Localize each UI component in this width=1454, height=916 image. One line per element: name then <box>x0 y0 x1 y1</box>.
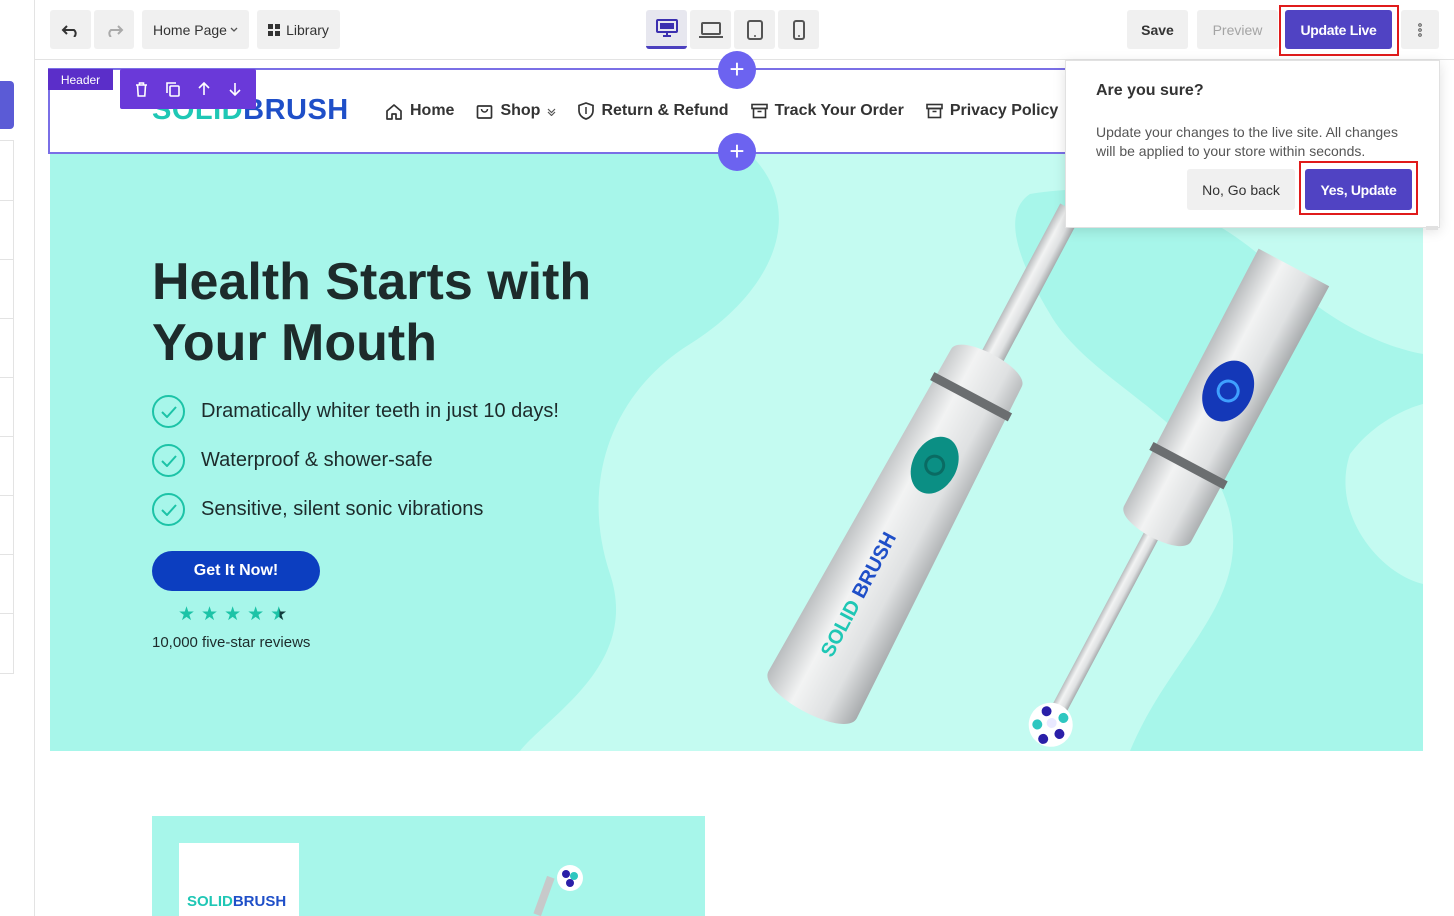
plus-icon: + <box>729 136 745 166</box>
box-icon <box>750 103 768 119</box>
arrow-up-icon[interactable] <box>191 76 217 102</box>
copy-icon[interactable] <box>160 76 186 102</box>
sidebar-divider <box>0 673 14 674</box>
page-select-label: Home Page <box>153 21 227 38</box>
site-nav: Home Shop Return & Refund Track Your Ord… <box>385 96 1058 126</box>
sidebar-divider <box>0 259 14 260</box>
more-options-button[interactable] <box>1401 10 1439 49</box>
tablet-icon <box>746 19 763 40</box>
add-section-below-button[interactable]: + <box>718 133 756 171</box>
sidebar-divider <box>0 554 14 555</box>
device-laptop-button[interactable] <box>690 10 731 49</box>
library-button[interactable]: Library <box>257 10 340 49</box>
chevron-down-icon <box>547 107 556 116</box>
nav-item-privacy-policy[interactable]: Privacy Policy <box>926 102 1059 120</box>
hero-section[interactable]: Health Starts with Your Mouth Dramatical… <box>50 154 1423 751</box>
sidebar-panel-rule <box>0 140 14 674</box>
device-desktop-button[interactable] <box>646 10 687 49</box>
sidebar-divider <box>0 318 14 319</box>
arrow-down-icon[interactable] <box>222 76 248 102</box>
sidebar-divider <box>0 200 14 201</box>
preview-button[interactable]: Preview <box>1197 10 1278 49</box>
laptop-icon <box>698 21 723 38</box>
update-live-button[interactable]: Update Live <box>1285 10 1392 49</box>
grid-icon <box>268 23 281 36</box>
nav-label: Privacy Policy <box>949 102 1059 119</box>
editor-app: Home Page Library Save Preview Update Li… <box>0 0 1454 916</box>
device-tablet-button[interactable] <box>734 10 775 49</box>
desktop-icon <box>655 19 678 37</box>
undo-icon <box>61 23 81 37</box>
sidebar-divider <box>0 436 14 437</box>
product-logo: SOLIDBRUSH <box>187 893 286 910</box>
nav-label: Track Your Order <box>774 102 904 119</box>
nav-item-track-order[interactable]: Track Your Order <box>750 102 904 120</box>
nav-label: Shop <box>500 102 541 119</box>
undo-button[interactable] <box>50 10 91 49</box>
bag-icon <box>476 103 493 120</box>
page-select[interactable]: Home Page <box>142 10 249 49</box>
toothbrush-illustration: SOLID BRUSH <box>767 203 1330 747</box>
popover-scroll-handle <box>1426 226 1438 230</box>
logo-part-brush: BRUSH <box>243 94 349 126</box>
save-button[interactable]: Save <box>1127 10 1188 49</box>
section-toolbar <box>120 69 256 109</box>
redo-button[interactable] <box>94 10 134 49</box>
left-sidebar <box>0 0 35 916</box>
trash-icon[interactable] <box>129 76 155 102</box>
nav-item-shop[interactable]: Shop <box>476 102 556 120</box>
header-section-tag[interactable]: Header <box>48 69 113 90</box>
more-vertical-icon <box>1418 22 1422 37</box>
library-label: Library <box>286 21 329 38</box>
sidebar-active-tab[interactable] <box>0 81 14 129</box>
chevron-down-icon <box>230 27 238 33</box>
nav-item-home[interactable]: Home <box>385 102 454 120</box>
redo-icon <box>104 23 124 37</box>
home-icon <box>385 103 403 120</box>
top-toolbar: Home Page Library Save Preview Update Li… <box>35 0 1454 60</box>
confirm-update-popover: Are you sure? Update your changes to the… <box>1065 60 1440 228</box>
add-section-above-button[interactable]: + <box>718 51 756 89</box>
logo-part-solid: SOLID <box>187 893 233 910</box>
popover-message: Update your changes to the live site. Al… <box>1096 124 1398 159</box>
sidebar-divider <box>0 613 14 614</box>
mobile-icon <box>792 19 805 40</box>
no-go-back-button[interactable]: No, Go back <box>1187 169 1295 210</box>
popover-title: Are you sure? <box>1096 82 1204 99</box>
shield-icon <box>578 102 595 120</box>
nav-item-return-refund[interactable]: Return & Refund <box>578 102 729 120</box>
logo-part-brush: BRUSH <box>232 893 287 910</box>
nav-label: Home <box>410 102 455 119</box>
sidebar-divider <box>0 140 14 141</box>
sidebar-divider <box>0 377 14 378</box>
sidebar-divider <box>0 495 14 496</box>
box-icon <box>926 103 943 119</box>
plus-icon: + <box>729 54 745 84</box>
nav-label: Return & Refund <box>601 102 729 119</box>
device-mobile-button[interactable] <box>778 10 819 49</box>
yes-update-button[interactable]: Yes, Update <box>1305 169 1412 210</box>
